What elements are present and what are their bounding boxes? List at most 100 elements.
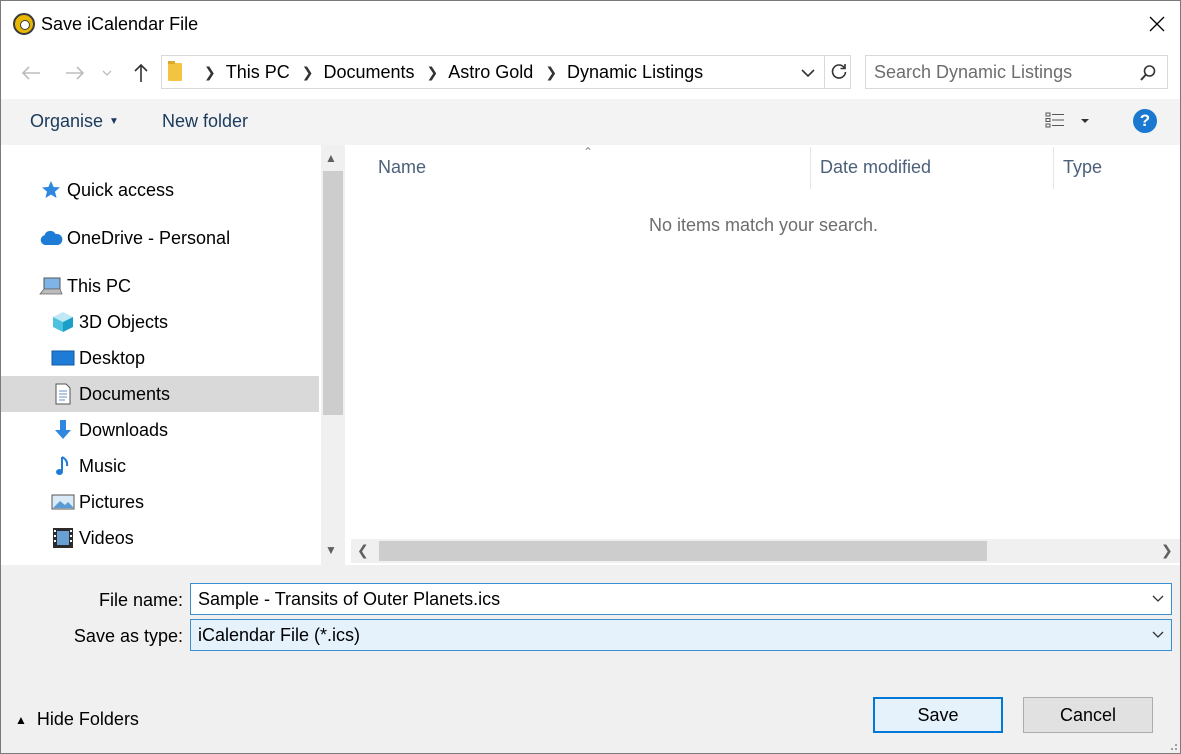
- sidebar-item-label: Desktop: [79, 347, 146, 368]
- breadcrumb-item[interactable]: Documents: [323, 62, 414, 83]
- refresh-button[interactable]: [824, 56, 852, 88]
- save-as-type-value: iCalendar File (*.ics): [198, 625, 361, 645]
- address-dropdown-icon[interactable]: [798, 63, 818, 83]
- sidebar-item-label: Documents: [79, 383, 171, 404]
- sidebar-item-videos[interactable]: Videos: [1, 520, 319, 556]
- hide-folders-label: Hide Folders: [36, 709, 139, 729]
- save-as-type-label: Save as type:: [73, 626, 183, 646]
- file-name-field[interactable]: Sample - Transits of Outer Planets.ics: [190, 583, 1172, 615]
- file-list-horizontal-scrollbar[interactable]: ❮ ❯: [351, 539, 1180, 563]
- caret-up-icon: ▲: [15, 712, 27, 727]
- details-view-icon: [1045, 112, 1089, 128]
- breadcrumb-item[interactable]: Dynamic Listings: [567, 62, 703, 83]
- chevron-down-icon: [102, 70, 112, 76]
- scrollbar-thumb[interactable]: [379, 541, 987, 561]
- search-icon: [1140, 65, 1156, 81]
- save-button[interactable]: Save: [873, 697, 1003, 733]
- command-bar: Organise ▼ New folder ?: [1, 99, 1180, 145]
- up-button[interactable]: [127, 59, 155, 87]
- sidebar-item-label: This PC: [67, 275, 132, 296]
- breadcrumb-item[interactable]: This PC: [226, 62, 290, 83]
- scroll-right-icon[interactable]: ❯: [1161, 542, 1173, 559]
- refresh-icon: [831, 64, 846, 79]
- file-list-pane: ⌃ Name Date modified Type No items match…: [347, 145, 1180, 565]
- address-bar[interactable]: ❯ This PC ❯ Documents ❯ Astro Gold ❯ Dyn…: [161, 55, 851, 89]
- back-arrow-icon: [21, 66, 40, 80]
- sidebar-item-this-pc[interactable]: This PC: [1, 268, 319, 304]
- breadcrumb-chevron-icon: ❯: [301, 64, 314, 80]
- sidebar-item-pictures[interactable]: Pictures: [1, 484, 319, 520]
- close-icon: [1149, 16, 1165, 32]
- chevron-down-icon[interactable]: [1151, 592, 1165, 606]
- hide-folders-button[interactable]: ▲ Hide Folders: [15, 709, 139, 730]
- scrollbar-thumb[interactable]: [323, 171, 343, 415]
- sidebar-item-music[interactable]: Music: [1, 448, 319, 484]
- empty-folder-message: No items match your search.: [648, 215, 879, 235]
- forward-button[interactable]: [61, 59, 89, 87]
- save-form: File name: Sample - Transits of Outer Pl…: [1, 565, 1180, 753]
- breadcrumb-chevron-icon: ❯: [204, 64, 216, 80]
- computer-icon: [39, 274, 63, 298]
- videos-icon: [51, 526, 75, 550]
- column-divider[interactable]: [1053, 147, 1054, 189]
- close-button[interactable]: [1134, 1, 1180, 47]
- sidebar-item-onedrive[interactable]: OneDrive - Personal: [1, 220, 319, 256]
- folder-icon: [168, 61, 182, 81]
- forward-arrow-icon: [66, 66, 85, 80]
- breadcrumb-item[interactable]: Astro Gold: [448, 62, 533, 83]
- sidebar-item-3d-objects[interactable]: 3D Objects: [1, 304, 319, 340]
- up-arrow-icon: [134, 63, 148, 82]
- navigation-pane-scrollbar[interactable]: ▲ ▼: [321, 145, 345, 565]
- scroll-down-icon[interactable]: ▼: [325, 543, 337, 557]
- sidebar-item-downloads[interactable]: Downloads: [1, 412, 319, 448]
- sidebar-item-label: Quick access: [67, 179, 175, 200]
- search-box[interactable]: [865, 55, 1168, 89]
- title-bar: Save iCalendar File: [1, 1, 1180, 47]
- file-name-value: Sample - Transits of Outer Planets.ics: [198, 589, 501, 609]
- organise-button[interactable]: Organise ▼: [30, 111, 119, 132]
- sidebar-item-label: Videos: [79, 527, 134, 548]
- window-title: Save iCalendar File: [41, 14, 199, 34]
- sort-ascending-icon: ⌃: [583, 145, 594, 159]
- music-icon: [51, 454, 75, 478]
- sidebar-item-desktop[interactable]: Desktop: [1, 340, 319, 376]
- navigation-pane: Quick access OneDrive - Personal This PC…: [1, 145, 347, 565]
- organise-label: Organise: [30, 111, 104, 131]
- sidebar-item-quick-access[interactable]: Quick access: [1, 172, 319, 208]
- sidebar-item-documents[interactable]: Documents: [1, 376, 319, 412]
- sidebar-item-label: 3D Objects: [79, 311, 169, 332]
- column-header-name[interactable]: Name: [378, 145, 426, 189]
- column-divider[interactable]: [810, 147, 811, 189]
- recent-locations-button[interactable]: [97, 59, 117, 87]
- save-as-type-select[interactable]: iCalendar File (*.ics): [190, 619, 1172, 651]
- sidebar-item-label: OneDrive - Personal: [67, 227, 231, 248]
- help-button[interactable]: ?: [1133, 109, 1157, 133]
- column-header-type[interactable]: Type: [1063, 145, 1102, 189]
- breadcrumb-chevron-icon: ❯: [426, 64, 439, 80]
- new-folder-button[interactable]: New folder: [162, 111, 248, 132]
- file-name-label: File name:: [98, 590, 183, 610]
- column-header-date-modified[interactable]: Date modified: [820, 145, 931, 189]
- search-input[interactable]: [874, 62, 1124, 83]
- cube-icon: [51, 310, 75, 334]
- download-icon: [51, 418, 75, 442]
- sidebar-item-label: Downloads: [79, 419, 169, 440]
- navigation-bar: ❯ This PC ❯ Documents ❯ Astro Gold ❯ Dyn…: [1, 47, 1180, 99]
- breadcrumb: ❯ This PC ❯ Documents ❯ Astro Gold ❯ Dyn…: [192, 62, 703, 83]
- app-icon: [13, 13, 35, 35]
- document-icon: [51, 382, 75, 406]
- pictures-icon: [51, 490, 75, 514]
- resize-grip-icon[interactable]: [1166, 739, 1178, 751]
- cancel-button[interactable]: Cancel: [1023, 697, 1153, 733]
- chevron-down-icon[interactable]: [1151, 628, 1165, 642]
- cloud-icon: [39, 226, 63, 250]
- scroll-up-icon[interactable]: ▲: [325, 151, 337, 165]
- save-dialog: Save iCalendar File ❯ This PC ❯ Document…: [0, 0, 1181, 754]
- back-button[interactable]: [17, 59, 45, 87]
- breadcrumb-chevron-icon: ❯: [545, 64, 558, 80]
- star-icon: [39, 178, 63, 202]
- desktop-icon: [51, 346, 75, 370]
- scroll-left-icon[interactable]: ❮: [357, 542, 369, 559]
- change-view-button[interactable]: [1044, 110, 1094, 134]
- sidebar-item-label: Pictures: [79, 491, 145, 512]
